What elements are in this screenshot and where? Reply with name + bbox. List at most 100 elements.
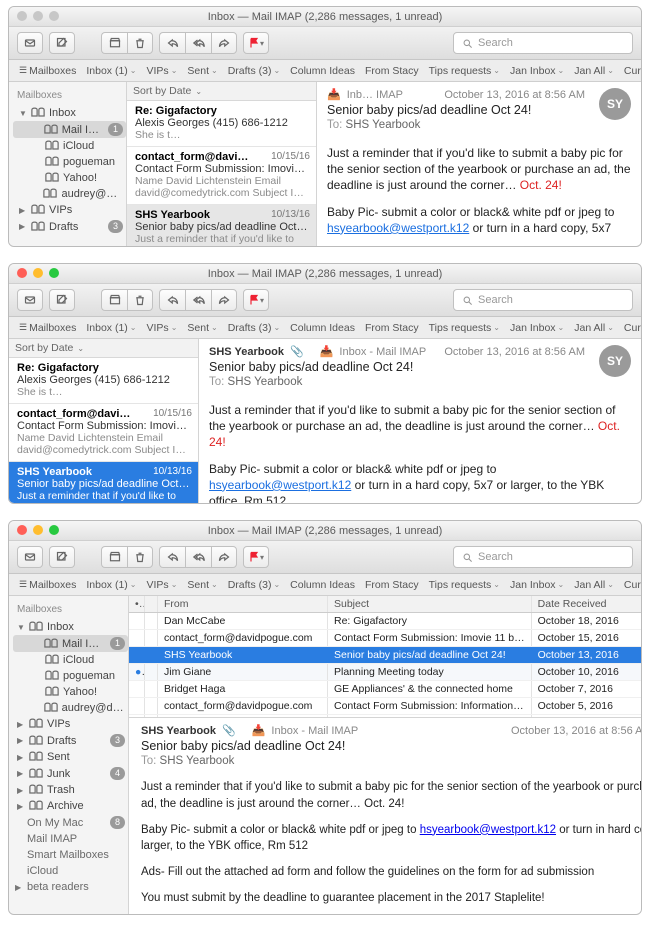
table-row[interactable]: contact_form@davidpogue.comContact Form … <box>129 698 642 715</box>
sidebar-group[interactable]: iCloud <box>13 863 128 879</box>
delete-button[interactable] <box>127 32 153 54</box>
traffic-lights[interactable] <box>17 11 59 21</box>
forward-button[interactable] <box>211 32 237 54</box>
favbar-item[interactable]: From Stacy <box>361 322 423 334</box>
search-field[interactable]: Search <box>453 289 633 311</box>
forward-button[interactable] <box>211 289 237 311</box>
traffic-lights[interactable] <box>17 525 59 535</box>
favbar-item[interactable]: VIPs⌄ <box>143 579 182 591</box>
favbar-item[interactable]: Current Column <box>620 322 641 334</box>
favbar-item[interactable]: Inbox (1)⌄ <box>82 322 140 334</box>
sidebar-item[interactable]: ▶VIPs <box>13 202 126 218</box>
sidebar-item[interactable]: Mail IMAP1 <box>13 635 128 652</box>
email-link[interactable]: hsyearbook@westport.k12 <box>327 221 469 235</box>
sort-header[interactable]: Sort by Date⌄ <box>127 82 316 101</box>
favbar-item[interactable]: Tips requests⌄ <box>425 65 504 77</box>
sidebar-item[interactable]: ▼Inbox <box>13 105 126 121</box>
favbar-item[interactable]: Jan Inbox⌄ <box>506 579 568 591</box>
sidebar-item[interactable]: ▶VIPs <box>13 716 128 732</box>
get-mail-button[interactable] <box>17 289 43 311</box>
sidebar-item[interactable]: ▼Inbox <box>13 619 128 635</box>
reply-button[interactable] <box>159 546 185 568</box>
reply-all-button[interactable] <box>185 32 211 54</box>
traffic-lights[interactable] <box>17 268 59 278</box>
sidebar-item[interactable]: pogueman <box>13 154 126 170</box>
favbar-item[interactable]: ☰Mailboxes <box>15 65 80 77</box>
table-row[interactable]: Bridget HagaGE Appliances' & the connect… <box>129 681 642 698</box>
sidebar-item[interactable]: Yahoo! <box>13 684 128 700</box>
forward-button[interactable] <box>211 546 237 568</box>
sidebar-group[interactable]: Mail IMAP <box>13 831 128 847</box>
sidebar-item[interactable]: ▶Drafts3 <box>13 218 126 235</box>
favbar-item[interactable]: Jan All⌄ <box>570 65 618 77</box>
table-row[interactable]: SHS YearbookSenior baby pics/ad deadline… <box>129 647 642 664</box>
favbar-item[interactable]: Drafts (3)⌄ <box>224 65 284 77</box>
compose-button[interactable] <box>49 546 75 568</box>
favbar-item[interactable]: Jan All⌄ <box>570 579 618 591</box>
get-mail-button[interactable] <box>17 32 43 54</box>
table-row[interactable]: Dan McCabeRe: GigafactoryOctober 18, 201… <box>129 613 642 630</box>
favbar-item[interactable]: Current Column <box>620 65 641 77</box>
message-item[interactable]: contact_form@davidpogue…10/15/16Contact … <box>127 147 316 205</box>
flag-button[interactable]: ▾ <box>243 289 269 311</box>
email-link[interactable]: hsyearbook@westport.k12 <box>420 824 556 836</box>
favbar-item[interactable]: Current Column <box>620 579 641 591</box>
sidebar-item[interactable]: audrey@davi… <box>13 700 128 716</box>
col-subject[interactable]: Subject <box>328 596 532 612</box>
favbar-item[interactable]: Inbox (1)⌄ <box>82 579 140 591</box>
delete-button[interactable] <box>127 289 153 311</box>
reply-button[interactable] <box>159 289 185 311</box>
sidebar-item[interactable]: Yahoo! <box>13 170 126 186</box>
favbar-item[interactable]: Inbox (1)⌄ <box>82 65 140 77</box>
sidebar-item[interactable]: Mail IMAP1 <box>13 121 126 138</box>
sidebar-item[interactable]: ▶Archive <box>13 798 128 814</box>
sort-header[interactable]: Sort by Date⌄ <box>9 339 198 358</box>
get-mail-button[interactable] <box>17 546 43 568</box>
sidebar-item[interactable]: ▶Drafts3 <box>13 732 128 749</box>
message-item[interactable]: SHS Yearbook10/13/16Senior baby pics/ad … <box>9 462 198 504</box>
favbar-item[interactable]: Jan All⌄ <box>570 322 618 334</box>
favbar-item[interactable]: From Stacy <box>361 579 423 591</box>
email-link[interactable]: hsyearbook@westport.k12 <box>209 478 351 492</box>
favbar-item[interactable]: Drafts (3)⌄ <box>224 322 284 334</box>
table-row[interactable]: contact_form@davidpogue.comContact Form … <box>129 630 642 647</box>
archive-button[interactable] <box>101 546 127 568</box>
favbar-item[interactable]: ☰Mailboxes <box>15 322 80 334</box>
favbar-item[interactable]: Column Ideas <box>286 322 359 334</box>
delete-button[interactable] <box>127 546 153 568</box>
favbar-item[interactable]: Column Ideas <box>286 579 359 591</box>
message-item[interactable]: Re: GigafactoryAlexis Georges (415) 686-… <box>127 101 316 147</box>
favbar-item[interactable]: Jan Inbox⌄ <box>506 322 568 334</box>
reply-all-button[interactable] <box>185 289 211 311</box>
favbar-item[interactable]: VIPs⌄ <box>143 322 182 334</box>
message-list[interactable]: Sort by Date⌄ Re: GigafactoryAlexis Geor… <box>9 339 199 503</box>
sidebar-item[interactable]: pogueman <box>13 668 128 684</box>
sidebar-group[interactable]: On My Mac8 <box>13 814 128 831</box>
sidebar-item[interactable]: ▶Sent <box>13 749 128 765</box>
titlebar[interactable]: Inbox — Mail IMAP (2,286 messages, 1 unr… <box>9 521 641 541</box>
reply-all-button[interactable] <box>185 546 211 568</box>
favbar-item[interactable]: Sent⌄ <box>183 322 221 334</box>
flag-button[interactable]: ▾ <box>243 546 269 568</box>
favbar-item[interactable]: Sent⌄ <box>183 65 221 77</box>
message-item[interactable]: SHS Yearbook10/13/16Senior baby pics/ad … <box>127 205 316 247</box>
sidebar-item[interactable]: audrey@davi… <box>13 186 126 202</box>
reply-button[interactable] <box>159 32 185 54</box>
search-field[interactable]: Search <box>453 546 633 568</box>
message-item[interactable]: contact_form@davidpogue…10/15/16Contact … <box>9 404 198 462</box>
titlebar[interactable]: Inbox — Mail IMAP (2,286 messages, 1 unr… <box>9 7 641 27</box>
archive-button[interactable] <box>101 289 127 311</box>
favbar-item[interactable]: ☰Mailboxes <box>15 579 80 591</box>
favbar-item[interactable]: From Stacy <box>361 65 423 77</box>
sidebar-item[interactable]: iCloud <box>13 138 126 154</box>
sidebar-item[interactable]: ▶Junk4 <box>13 765 128 782</box>
archive-button[interactable] <box>101 32 127 54</box>
sidebar-item[interactable]: ▶Trash <box>13 782 128 798</box>
favbar-item[interactable]: Column Ideas <box>286 65 359 77</box>
column-headers[interactable]: • From Subject Date Received <box>129 596 642 613</box>
sidebar-group[interactable]: Smart Mailboxes <box>13 847 128 863</box>
titlebar[interactable]: Inbox — Mail IMAP (2,286 messages, 1 unr… <box>9 264 641 284</box>
table-row[interactable]: ●Jim GianePlanning Meeting todayOctober … <box>129 664 642 681</box>
favbar-item[interactable]: Drafts (3)⌄ <box>224 579 284 591</box>
col-date[interactable]: Date Received <box>532 596 642 612</box>
